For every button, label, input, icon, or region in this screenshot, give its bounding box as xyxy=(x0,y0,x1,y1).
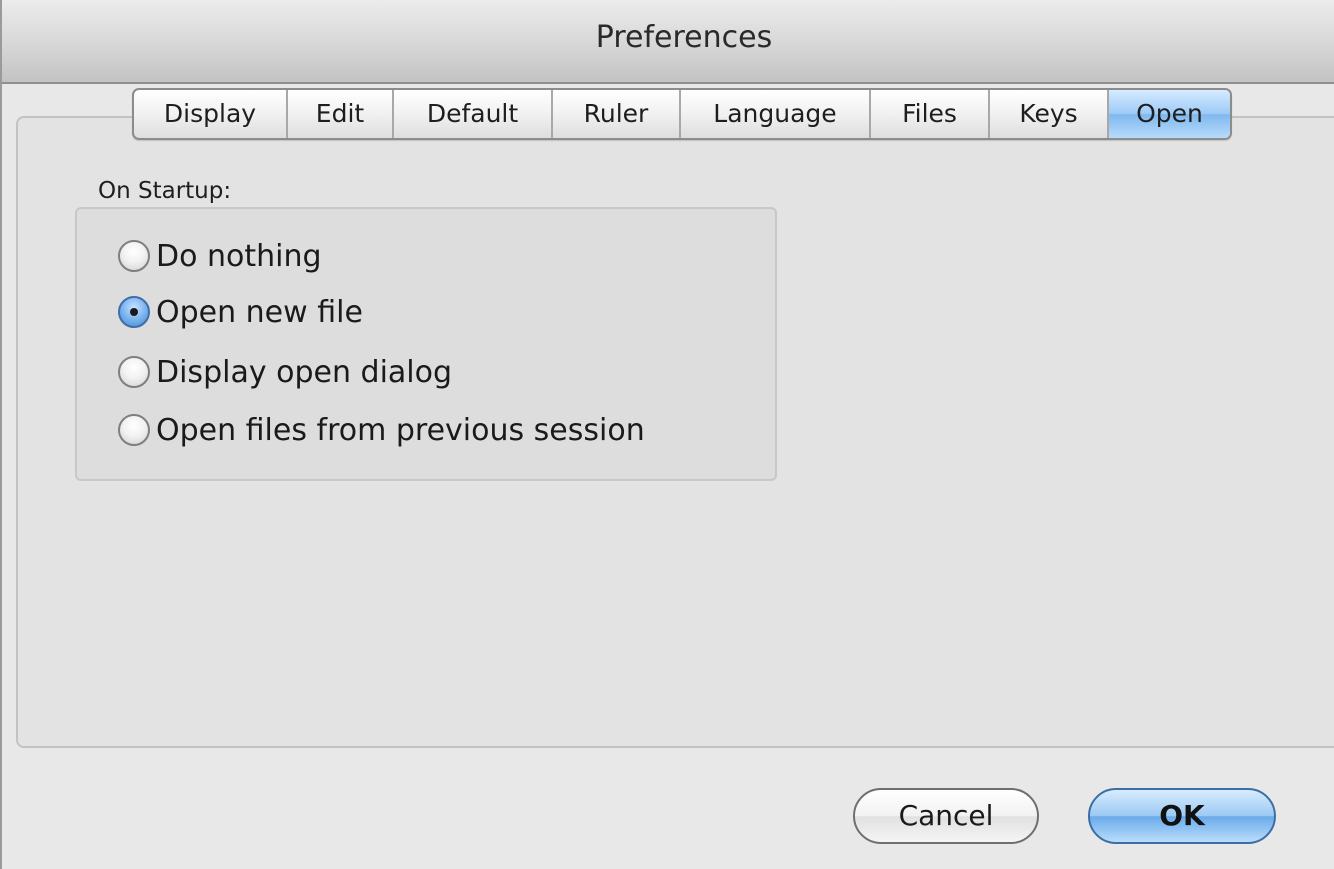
window-title: Preferences xyxy=(595,20,773,55)
tab-display[interactable]: Display xyxy=(134,90,288,138)
preferences-window: Preferences Display Edit Default Ruler L… xyxy=(0,0,1334,869)
radio-button-icon[interactable] xyxy=(118,414,150,446)
tab-default[interactable]: Default xyxy=(394,90,553,138)
cancel-button[interactable]: Cancel xyxy=(853,788,1039,844)
radio-option-label[interactable]: Open files from previous session xyxy=(156,413,645,448)
title-bar[interactable]: Preferences xyxy=(2,0,1334,84)
tab-ruler[interactable]: Ruler xyxy=(553,90,681,138)
radio-option-label[interactable]: Open new file xyxy=(156,295,363,330)
tab-open[interactable]: Open xyxy=(1109,90,1230,138)
radio-button-icon[interactable] xyxy=(118,240,150,272)
tab-bar: Display Edit Default Ruler Language File… xyxy=(132,88,1232,140)
radio-option-do-nothing[interactable]: Do nothing xyxy=(118,236,322,276)
radio-option-label[interactable]: Do nothing xyxy=(156,239,322,274)
radio-option-open-new-file[interactable]: Open new file xyxy=(118,292,363,332)
radio-button-checked-icon[interactable] xyxy=(118,296,150,328)
ok-button[interactable]: OK xyxy=(1088,788,1276,844)
radio-option-display-open-dialog[interactable]: Display open dialog xyxy=(118,352,452,392)
radio-button-icon[interactable] xyxy=(118,356,150,388)
radio-option-open-previous-session[interactable]: Open files from previous session xyxy=(118,410,645,450)
tab-files[interactable]: Files xyxy=(871,90,990,138)
on-startup-label: On Startup: xyxy=(98,178,232,204)
radio-option-label[interactable]: Display open dialog xyxy=(156,355,452,390)
tab-edit[interactable]: Edit xyxy=(288,90,394,138)
tab-keys[interactable]: Keys xyxy=(990,90,1109,138)
tab-language[interactable]: Language xyxy=(681,90,871,138)
